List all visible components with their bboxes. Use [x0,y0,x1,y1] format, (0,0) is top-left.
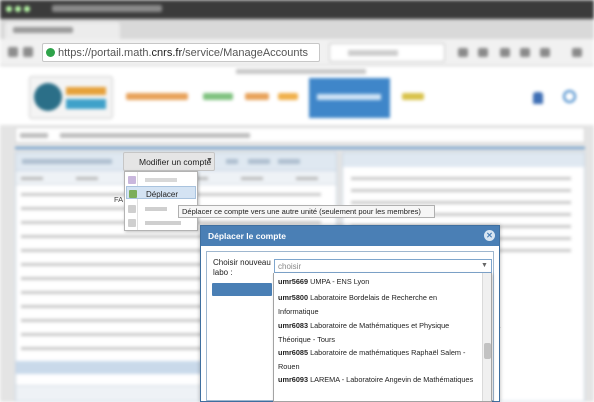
menu-item[interactable] [278,93,298,100]
browser-tab[interactable] [5,22,120,39]
lab-option[interactable]: umr5669 UMPA - ENS Lyon [278,275,478,289]
delete-icon [128,205,136,213]
scrollbar-thumb[interactable] [484,343,491,359]
move-tooltip: Déplacer ce compte vers une autre unité … [178,205,435,218]
close-icon[interactable]: ✕ [484,230,495,241]
menu-icon[interactable] [572,48,582,57]
lab-option[interactable]: umr6093 LAREMA - Laboratoire Angevin de … [278,373,478,387]
menu-item[interactable] [203,93,233,100]
unit-selector[interactable] [15,127,585,143]
menu-item-active[interactable] [309,78,390,118]
lab-option[interactable]: umr6085 Laboratoire de mathématiques Rap… [278,346,478,373]
back-icon[interactable] [8,47,18,57]
lab-option[interactable]: umr5800 Laboratoire Bordelais de Recherc… [278,291,478,318]
menu-item-edit[interactable] [126,173,196,186]
browser-search-box[interactable] [329,43,445,62]
toolbar-icon[interactable] [520,48,530,57]
address-bar[interactable]: https://portail.math.cnrs.fr/service/Man… [42,43,320,62]
secure-lock-icon [46,48,55,57]
menu-item[interactable] [245,93,269,100]
lab-options-list: umr5669 UMPA - ENS Lyon umr5800 Laborato… [273,273,492,402]
logout-icon[interactable] [563,90,576,103]
dialog-header: Déplacer le compte ✕ [201,226,499,246]
window-titlebar [0,0,594,19]
app-header [0,66,594,125]
dialog-ok-button[interactable] [212,283,272,296]
menu-item[interactable] [126,93,188,100]
menu-item-move-label: Déplacer [146,190,179,199]
dialog-title: Déplacer le compte [208,231,286,241]
toolbar-icon[interactable] [458,48,468,57]
forward-icon[interactable] [23,47,33,57]
portail-math-logo[interactable] [29,76,113,119]
edit-icon [128,176,136,184]
options-scrollbar[interactable] [482,273,491,401]
lock-icon [128,219,136,227]
modify-account-menu: Déplacer [124,171,198,231]
menu-item-move[interactable]: Déplacer [126,186,196,199]
grid-cell-fragment: FA [114,195,124,204]
toolbar-icon[interactable] [478,48,488,57]
modify-account-label: Modifier un compte [139,157,212,167]
address-url: https://portail.math.cnrs.fr/service/Man… [58,47,309,59]
chevron-down-icon[interactable]: ▼ [481,262,488,269]
browser-tabbar [0,19,594,39]
lab-combobox-placeholder: choisir [278,262,302,271]
lab-combobox[interactable]: choisir ▼ [274,259,492,273]
toolbar-icon[interactable] [500,48,510,57]
modify-account-button[interactable]: Modifier un compte ▼ [123,152,215,171]
chevron-down-icon: ▼ [206,157,213,164]
user-icon[interactable] [533,92,543,104]
menu-item[interactable] [402,93,424,100]
move-icon [129,190,137,198]
toolbar-icon[interactable] [540,48,550,57]
choose-lab-label: Choisir nouveau labo : [213,258,271,277]
lab-option[interactable]: umr6083 Laboratoire de Mathématiques et … [278,319,478,346]
